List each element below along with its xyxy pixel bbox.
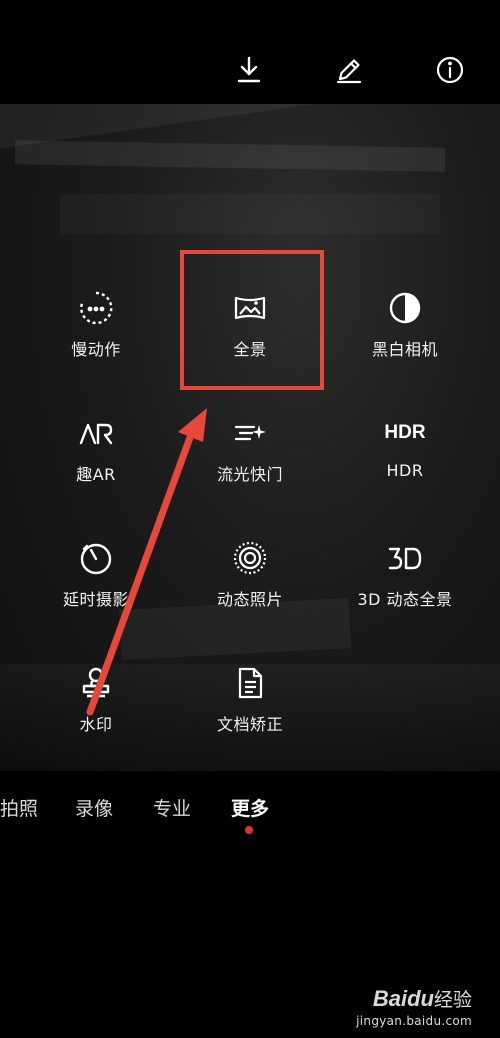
mode-monochrome[interactable]: 黑白相机	[345, 288, 465, 398]
mode-label: 延时摄影	[62, 590, 129, 609]
mode-time-lapse[interactable]: 延时摄影	[36, 538, 156, 648]
mode-moving-picture[interactable]: 动态照片	[190, 538, 310, 648]
hdr-icon: HDR	[384, 422, 426, 443]
time-lapse-icon	[76, 538, 116, 578]
3d-icon	[385, 538, 425, 578]
mode-label: 水印	[79, 715, 113, 734]
pencil-icon[interactable]	[331, 52, 367, 88]
mode-label: 慢动作	[71, 340, 121, 359]
mode-slow-motion[interactable]: 慢动作	[36, 288, 156, 398]
tab-video[interactable]: 录像	[75, 794, 113, 821]
watermark-logo: Baidu经验	[356, 985, 472, 1012]
tab-photo[interactable]: 拍照	[0, 794, 38, 821]
ar-icon	[76, 413, 116, 453]
document-icon	[230, 663, 270, 703]
mode-label: HDR	[386, 461, 424, 480]
mode-label: 黑白相机	[371, 340, 438, 359]
mode-ar[interactable]: 趣AR	[36, 413, 156, 523]
mode-light-painting[interactable]: 流光快门	[190, 413, 310, 523]
mode-3d-panorama[interactable]: 3D 动态全景	[345, 538, 465, 648]
background-shelf	[14, 140, 446, 172]
background-shelf	[60, 194, 440, 234]
mode-label: 动态照片	[216, 590, 283, 609]
watermark-brand: Baidu	[372, 986, 434, 1011]
watermark-icon	[76, 663, 116, 703]
baidu-watermark: Baidu经验 jingyan.baidu.com	[356, 985, 472, 1028]
watermark-cn: 经验	[433, 990, 472, 1011]
download-icon[interactable]	[231, 52, 267, 88]
slow-motion-icon	[76, 288, 116, 328]
mode-label: 文档矫正	[216, 715, 283, 734]
mode-watermark[interactable]: 水印	[36, 663, 156, 773]
light-painting-icon	[230, 413, 270, 453]
monochrome-icon	[385, 288, 425, 328]
mode-document[interactable]: 文档矫正	[190, 663, 310, 773]
annotation-highlight-box	[180, 250, 324, 390]
active-tab-indicator	[245, 826, 253, 834]
watermark-url: jingyan.baidu.com	[356, 1014, 472, 1028]
moving-picture-icon	[230, 538, 270, 578]
top-bar	[0, 0, 500, 104]
mode-label: 趣AR	[76, 465, 116, 484]
tab-more[interactable]: 更多	[231, 794, 269, 821]
info-icon[interactable]	[432, 52, 468, 88]
mode-hdr[interactable]: HDR HDR	[345, 413, 465, 523]
mode-label: 3D 动态全景	[357, 590, 453, 609]
mode-label: 流光快门	[216, 465, 283, 484]
tab-pro[interactable]: 专业	[153, 794, 191, 821]
